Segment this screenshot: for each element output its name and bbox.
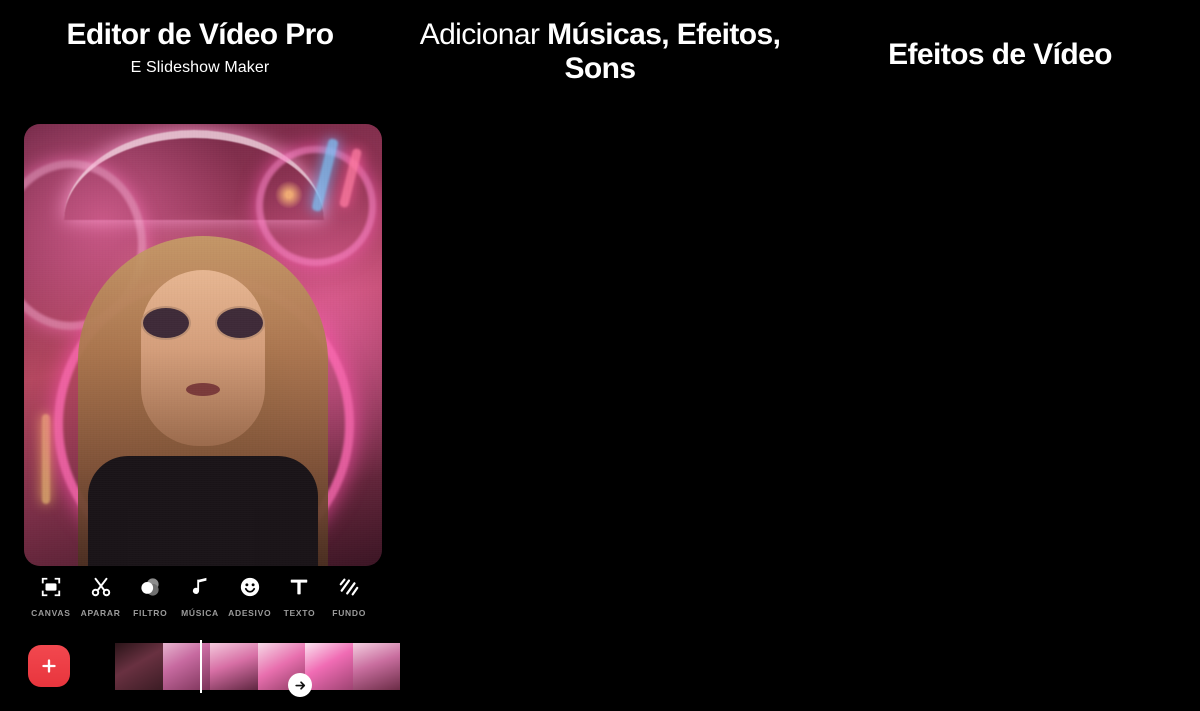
- add-media-button[interactable]: [28, 645, 70, 687]
- smiley-icon: [239, 574, 261, 600]
- tool-label: MÚSICA: [181, 608, 219, 618]
- edit-toolbar: CANVAS APARAR FILTRO MÚSICA ADESIVO TEXT…: [12, 574, 388, 618]
- page-title: Adicionar Músicas, Efeitos, Sons: [400, 18, 800, 85]
- page-title-regular: Adicionar: [419, 18, 548, 51]
- filter-circles-icon: [139, 574, 161, 600]
- filmstrip-frame: [305, 643, 353, 690]
- timeline-filmstrip[interactable]: [115, 643, 400, 690]
- plus-icon: [42, 659, 56, 673]
- next-button[interactable]: [288, 673, 312, 697]
- screenshot-stage: Editor de Vídeo Pro E Slideshow Maker CA…: [0, 0, 1200, 711]
- tool-label: FILTRO: [133, 608, 168, 618]
- tool-canvas[interactable]: CANVAS: [26, 574, 76, 618]
- filmstrip-frame: [115, 643, 163, 690]
- filmstrip-frame: [352, 643, 400, 690]
- panel-2-header: Adicionar Músicas, Efeitos, Sons: [400, 0, 800, 85]
- tool-fundo[interactable]: FUNDO: [324, 574, 374, 618]
- hatch-pattern-icon: [338, 574, 360, 600]
- panel-audio: Adicionar Músicas, Efeitos, Sons: [400, 0, 800, 711]
- page-subtitle: E Slideshow Maker: [130, 58, 270, 76]
- tool-label: APARAR: [80, 608, 121, 618]
- preview-photo: [24, 124, 382, 566]
- panel-editor: Editor de Vídeo Pro E Slideshow Maker CA…: [0, 0, 400, 711]
- canvas-icon: [40, 574, 62, 600]
- tool-adesivo[interactable]: ADESIVO: [225, 574, 275, 618]
- panel-effects: Efeitos de Vídeo: [800, 0, 1200, 711]
- arrow-right-icon: [294, 680, 305, 690]
- music-note-icon: [189, 574, 211, 600]
- text-t-icon: [288, 574, 310, 600]
- scissors-icon: [90, 574, 112, 600]
- tool-label: TEXTO: [283, 608, 316, 618]
- tool-label: ADESIVO: [228, 608, 272, 618]
- page-title: Editor de Vídeo Pro: [66, 18, 335, 51]
- video-preview-neon[interactable]: [24, 124, 382, 566]
- panel-3-header: Efeitos de Vídeo: [800, 0, 1200, 72]
- tool-texto[interactable]: TEXTO: [275, 574, 325, 618]
- tool-label: FUNDO: [332, 608, 367, 618]
- tool-filtro[interactable]: FILTRO: [125, 574, 175, 618]
- filmstrip-frame: [162, 643, 210, 690]
- panel-1-header: Editor de Vídeo Pro E Slideshow Maker: [0, 0, 400, 77]
- film-grain: [24, 124, 382, 566]
- tool-aparar[interactable]: APARAR: [76, 574, 126, 618]
- tool-musica[interactable]: MÚSICA: [175, 574, 225, 618]
- page-title: Efeitos de Vídeo: [888, 38, 1112, 71]
- playhead[interactable]: [200, 640, 202, 693]
- page-title-bold: Músicas, Efeitos, Sons: [547, 18, 781, 85]
- tool-label: CANVAS: [31, 608, 71, 618]
- filmstrip-frame: [210, 643, 258, 690]
